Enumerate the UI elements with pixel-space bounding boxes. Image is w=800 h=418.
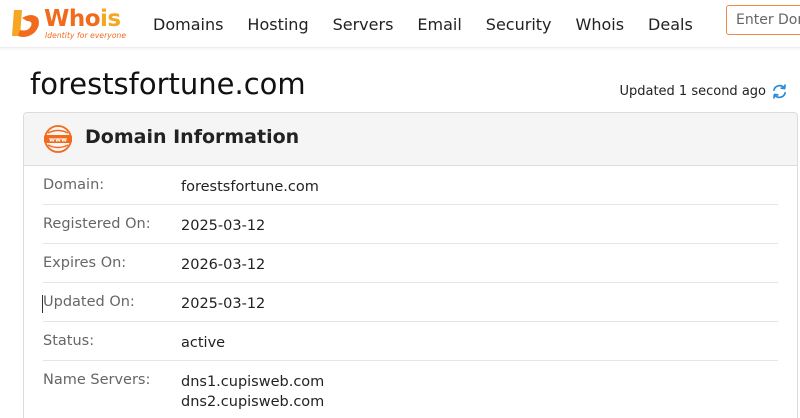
domain-search-input[interactable] <box>726 5 800 35</box>
nav-whois[interactable]: Whois <box>576 15 625 34</box>
updated-text: Updated 1 second ago <box>619 84 766 99</box>
row-label: Name Servers: <box>43 372 151 388</box>
info-row-name-servers: Name Servers: dns1.cupisweb.com dns2.cup… <box>43 361 778 418</box>
whois-logo[interactable]: Whois Identity for everyone <box>8 4 138 44</box>
row-label: Domain: <box>43 177 105 193</box>
info-row-status: Status: active <box>43 322 778 361</box>
last-updated: Updated 1 second ago <box>619 83 788 100</box>
info-row-expires-on: Expires On: 2026-03-12 <box>43 244 778 283</box>
logo-tagline: Identity for everyone <box>45 31 127 40</box>
row-value: 2025-03-12 <box>181 296 266 312</box>
nav-email[interactable]: Email <box>417 15 461 34</box>
row-value: forestsfortune.com <box>181 179 319 195</box>
nav-domains[interactable]: Domains <box>153 15 223 34</box>
logo-wordmark: Whois <box>44 6 121 32</box>
refresh-icon[interactable] <box>771 83 788 100</box>
svg-text:www: www <box>49 136 67 144</box>
nav-servers[interactable]: Servers <box>333 15 394 34</box>
row-label: Registered On: <box>43 216 151 232</box>
row-value: 2025-03-12 <box>181 218 266 234</box>
info-row-updated-on: Updated On: 2025-03-12 <box>42 283 778 322</box>
site-header: Whois Identity for everyone Domains Host… <box>0 0 800 48</box>
whois-logo-icon <box>12 10 39 37</box>
nav-security[interactable]: Security <box>486 15 552 34</box>
www-globe-icon: www <box>44 125 72 153</box>
nav-deals[interactable]: Deals <box>648 15 693 34</box>
info-row-domain: Domain: forestsfortune.com <box>43 166 778 205</box>
nav-hosting[interactable]: Hosting <box>247 15 308 34</box>
name-server-1[interactable]: dns1.cupisweb.com <box>181 372 324 392</box>
panel-title: Domain Information <box>85 126 300 148</box>
info-row-registered-on: Registered On: 2025-03-12 <box>43 205 778 244</box>
row-label: Status: <box>43 333 95 349</box>
main-nav: Domains Hosting Servers Email Security W… <box>153 0 717 48</box>
domain-information-panel: www Domain Information Domain: forestsfo… <box>23 112 798 418</box>
domain-info-list: Domain: forestsfortune.com Registered On… <box>42 166 778 418</box>
name-server-2[interactable]: dns2.cupisweb.com <box>181 392 324 412</box>
row-value: active <box>181 335 226 351</box>
row-value: 2026-03-12 <box>181 257 266 273</box>
row-label: Expires On: <box>43 255 127 271</box>
row-value-list: dns1.cupisweb.com dns2.cupisweb.com <box>181 372 324 412</box>
page-title: forestsfortune.com <box>30 67 306 101</box>
row-label: Updated On: <box>43 294 135 310</box>
panel-header: www Domain Information <box>24 113 797 166</box>
